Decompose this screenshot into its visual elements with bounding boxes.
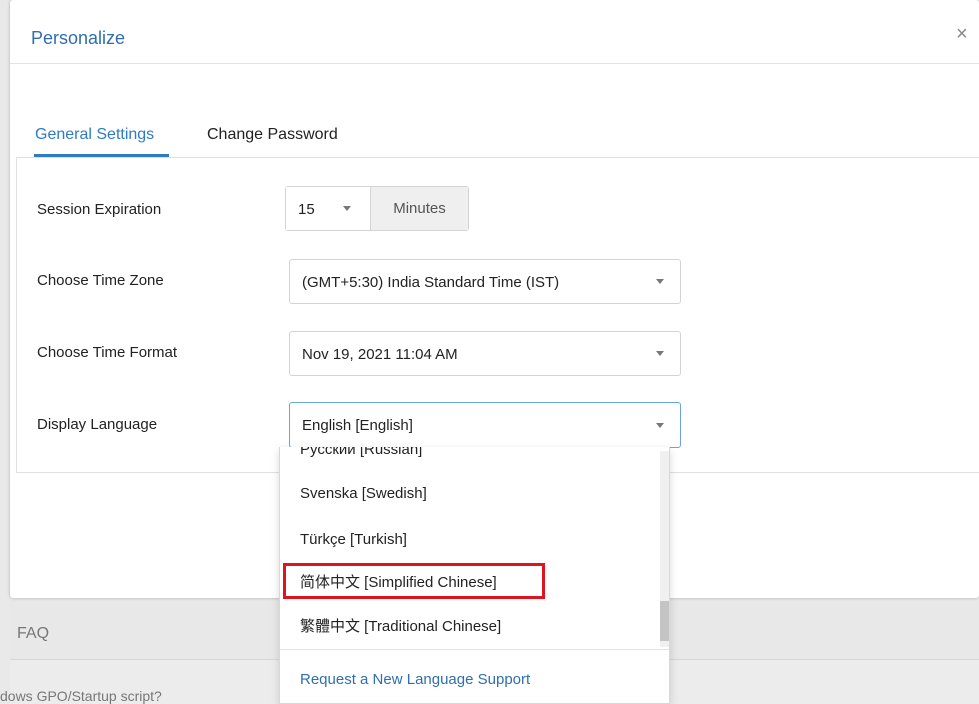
- chevron-down-icon: [656, 351, 664, 356]
- language-option-russian[interactable]: Русский [Russian]: [300, 447, 422, 458]
- display-language-value: English [English]: [302, 417, 413, 434]
- time-zone-label: Choose Time Zone: [37, 272, 164, 289]
- session-expiration-group: 15 Minutes: [285, 186, 469, 231]
- time-zone-select[interactable]: (GMT+5:30) India Standard Time (IST): [289, 259, 681, 304]
- session-expiration-select[interactable]: 15: [286, 187, 370, 230]
- faq-label: FAQ: [17, 625, 50, 642]
- time-format-label: Choose Time Format: [37, 344, 178, 361]
- chevron-down-icon: [656, 279, 664, 284]
- chevron-down-icon: [656, 423, 664, 428]
- dialog-header: Personalize ×: [10, 0, 979, 64]
- chevron-down-icon: [343, 206, 351, 211]
- tab-general-settings[interactable]: General Settings: [35, 126, 154, 144]
- request-language-link[interactable]: Request a New Language Support: [300, 671, 530, 688]
- faq-question-text[interactable]: dows GPO/Startup script?: [0, 688, 162, 704]
- display-language-select[interactable]: English [English]: [289, 402, 681, 448]
- session-unit-label: Minutes: [370, 187, 468, 230]
- dialog-title: Personalize: [31, 28, 126, 48]
- tab-change-password[interactable]: Change Password: [207, 126, 338, 144]
- annotation-highlight-box: [283, 563, 545, 599]
- display-language-label: Display Language: [37, 416, 158, 433]
- general-settings-panel: Session Expiration 15 Minutes Choose Tim…: [16, 157, 979, 473]
- dropdown-scrollbar-thumb[interactable]: [660, 601, 669, 641]
- close-icon[interactable]: ×: [956, 24, 974, 44]
- dropdown-scrollbar[interactable]: [660, 451, 669, 647]
- dropdown-divider: [280, 649, 669, 650]
- session-expiration-value: 15: [298, 201, 315, 218]
- language-option-traditional-chinese[interactable]: 繁體中文 [Traditional Chinese]: [300, 615, 501, 636]
- language-option-swedish[interactable]: Svenska [Swedish]: [300, 485, 427, 502]
- time-format-select[interactable]: Nov 19, 2021 11:04 AM: [289, 331, 681, 376]
- session-expiration-label: Session Expiration: [37, 201, 162, 218]
- time-format-value: Nov 19, 2021 11:04 AM: [302, 346, 458, 363]
- language-option-turkish[interactable]: Türkçe [Turkish]: [300, 531, 407, 548]
- language-dropdown-list: Русский [Russian] Svenska [Swedish] Türk…: [279, 447, 670, 704]
- backdrop-strip: [0, 0, 10, 704]
- time-zone-value: (GMT+5:30) India Standard Time (IST): [302, 274, 560, 291]
